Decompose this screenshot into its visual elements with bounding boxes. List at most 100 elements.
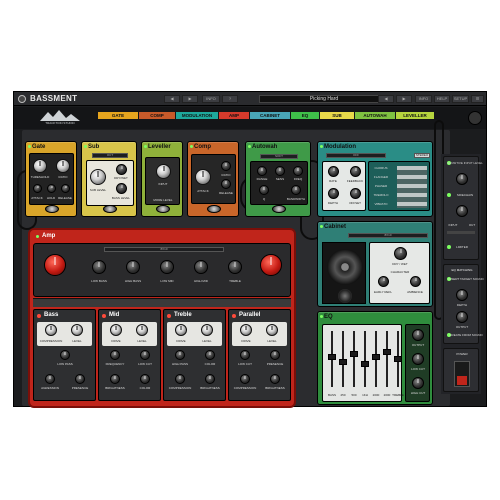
sub-level-knob[interactable]	[90, 169, 106, 185]
leveller-led-icon[interactable]	[144, 145, 147, 148]
gate-footswitch[interactable]	[45, 205, 59, 213]
eq-slider-handle[interactable]	[361, 361, 369, 367]
eq-slider-track[interactable]	[353, 331, 355, 387]
matching-depth-knob[interactable]	[456, 289, 468, 301]
autowah-led-icon[interactable]	[248, 145, 251, 148]
section-level-knob[interactable]	[201, 324, 213, 336]
eq-slider-handle[interactable]	[328, 353, 336, 360]
release-knob[interactable]	[61, 184, 70, 193]
comp-ratio-knob[interactable]	[221, 161, 231, 171]
section-led-icon[interactable]	[37, 314, 41, 318]
section-color-knob[interactable]	[140, 374, 150, 384]
gate-led-icon[interactable]	[28, 145, 31, 148]
amp-treble-knob[interactable]	[228, 260, 242, 274]
chain-chip-autowah[interactable]: AUTOWAH	[355, 112, 395, 119]
eq-slider-handle[interactable]	[383, 348, 391, 355]
section-presence-knob[interactable]	[75, 374, 85, 384]
section-high-pass-knob[interactable]	[175, 350, 185, 360]
section-brightness-knob[interactable]	[270, 374, 280, 384]
comp-footswitch[interactable]	[207, 205, 221, 213]
chain-chip-cabinet[interactable]: CABINET	[250, 112, 290, 119]
preset-next-button[interactable]: ▶	[396, 95, 412, 103]
section-level-knob[interactable]	[136, 324, 148, 336]
leveller-footswitch[interactable]	[156, 205, 170, 213]
modulation-led-icon[interactable]	[320, 145, 323, 148]
input-level-knob[interactable]	[456, 173, 468, 185]
early-refl-knob[interactable]	[378, 276, 389, 287]
eq-slider-track[interactable]	[386, 331, 388, 387]
preset-name[interactable]: Picking Hard	[259, 95, 389, 103]
bass-level-knob[interactable]	[116, 183, 127, 194]
section-led-icon[interactable]	[102, 314, 106, 318]
section-compression-knob[interactable]	[240, 374, 250, 384]
section-low-cut-knob[interactable]	[140, 350, 150, 360]
section-presence-knob[interactable]	[270, 350, 280, 360]
chain-reset-icon[interactable]	[468, 111, 482, 125]
section-compression-knob[interactable]	[175, 374, 185, 384]
stereo-button[interactable]: STEREO	[414, 153, 430, 158]
eq-slider-track[interactable]	[364, 331, 366, 387]
threshold-knob[interactable]	[33, 159, 47, 173]
menu-icon[interactable]: ☰	[471, 95, 484, 103]
type-flanger[interactable]: FLANGER	[374, 175, 388, 179]
comp-release-knob[interactable]	[221, 179, 231, 189]
section-frequency-knob[interactable]	[110, 350, 120, 360]
type-vibrato[interactable]: VIBRATO	[375, 202, 388, 206]
sub-led-icon[interactable]	[84, 145, 87, 148]
insert-target-label[interactable]: INSERT TARGET SOUND	[448, 277, 483, 281]
section-agression-knob[interactable]	[45, 374, 55, 384]
cabinet-select[interactable]: 8X10	[348, 233, 428, 238]
section-level-knob[interactable]	[266, 324, 278, 336]
chain-chip-amp[interactable]: AMP	[219, 112, 249, 119]
eq-slider-handle[interactable]	[350, 351, 358, 357]
sub-octave-select[interactable]: OCT	[92, 153, 128, 158]
type-phaser[interactable]: PHASER	[375, 184, 387, 188]
attack-knob[interactable]	[33, 184, 42, 193]
section-brightness-knob[interactable]	[205, 374, 215, 384]
amp-output-knob[interactable]	[260, 254, 282, 276]
sidechain-led-icon[interactable]	[447, 193, 451, 197]
comp-led-icon[interactable]	[190, 145, 193, 148]
section-compression-knob[interactable]	[45, 324, 57, 336]
setup-button[interactable]: SETUP	[452, 95, 469, 103]
create-from-label[interactable]: CREATE FROM SOUND	[449, 333, 482, 337]
amp-led-icon[interactable]	[36, 235, 39, 238]
eq-slider-handle[interactable]	[394, 356, 402, 362]
help-button[interactable]: HELP	[434, 95, 450, 103]
rate-knob[interactable]	[328, 166, 339, 177]
type-chorus[interactable]: CHORUS	[374, 166, 387, 170]
offset-knob[interactable]	[350, 188, 361, 199]
freq-knob[interactable]	[293, 166, 303, 176]
question-button[interactable]: ?	[222, 95, 238, 103]
ambience-knob[interactable]	[410, 276, 421, 287]
leveller-input-knob[interactable]	[156, 164, 171, 179]
feedback-knob[interactable]	[350, 166, 361, 177]
matching-output-knob[interactable]	[456, 311, 468, 323]
bandwidth-knob[interactable]	[291, 185, 301, 195]
hold-knob[interactable]	[47, 184, 56, 193]
section-led-icon[interactable]	[167, 314, 171, 318]
sub-footswitch[interactable]	[103, 205, 117, 213]
autowah-mode-select[interactable]: SOFT	[260, 154, 298, 159]
amp-high-bass-knob[interactable]	[126, 260, 140, 274]
amp-low-bass-knob[interactable]	[92, 260, 106, 274]
chain-chip-comp[interactable]: COMP	[139, 112, 175, 119]
next-button[interactable]: ▶	[182, 95, 198, 103]
eq-high-cut-knob[interactable]	[412, 377, 424, 389]
section-low-cut-knob[interactable]	[240, 350, 250, 360]
limiter-led-icon[interactable]	[447, 245, 451, 249]
chain-chip-modulation[interactable]: MODULATION	[176, 112, 218, 119]
sidechain-knob[interactable]	[456, 205, 468, 217]
preset-info-button[interactable]: INFO	[415, 95, 432, 103]
range-knob[interactable]	[257, 166, 267, 176]
amp-low-mid-knob[interactable]	[160, 260, 174, 274]
eq-slider-handle[interactable]	[372, 353, 380, 360]
chain-chip-leveller[interactable]: LEVELLER	[396, 112, 434, 119]
dry-wet-knob[interactable]	[116, 164, 127, 175]
eq-led-icon[interactable]	[320, 315, 323, 318]
preset-prev-button[interactable]: ◀	[378, 95, 394, 103]
eq-output-knob[interactable]	[412, 329, 424, 341]
section-drive-knob[interactable]	[240, 324, 252, 336]
depth-knob[interactable]	[328, 188, 339, 199]
power-icon[interactable]	[18, 95, 26, 103]
